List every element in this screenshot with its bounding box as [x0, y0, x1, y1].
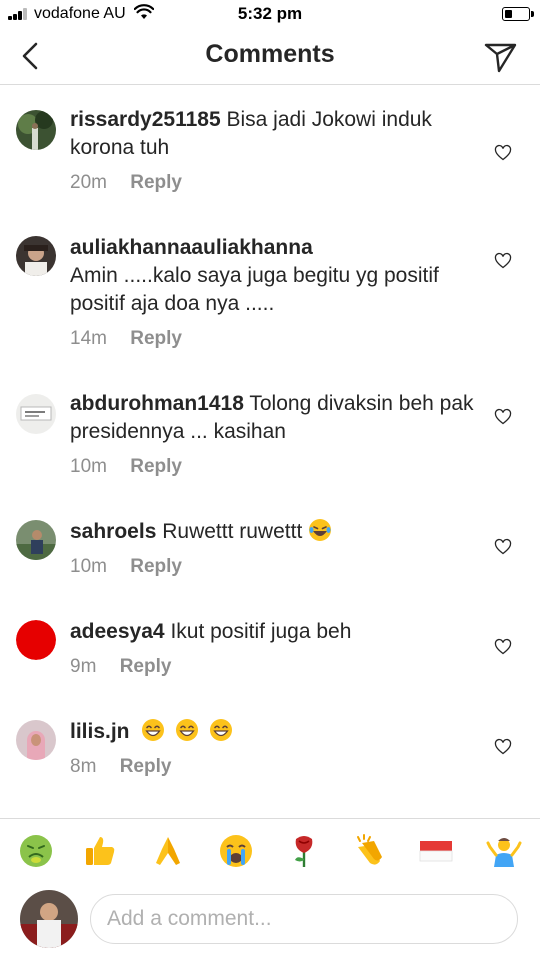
comment-time: 20m [70, 172, 107, 193]
avatar[interactable] [16, 110, 56, 150]
comment-text: Ruwettt ruwettt [162, 520, 303, 543]
folded-hands-emoji[interactable] [150, 833, 186, 869]
heart-icon[interactable] [494, 638, 512, 656]
battery-icon [502, 7, 534, 21]
crying-face-emoji[interactable] [218, 833, 254, 869]
indonesia-flag-emoji[interactable] [418, 833, 454, 869]
status-bar: vodafone AU 5:32 pm [0, 0, 540, 28]
comment-composer [0, 884, 540, 960]
avatar[interactable] [16, 720, 56, 760]
heart-icon[interactable] [494, 252, 512, 270]
avatar[interactable] [16, 520, 56, 560]
avatar[interactable] [16, 620, 56, 660]
comment-time: 10m [70, 556, 107, 577]
comment-time: 8m [70, 756, 97, 777]
reply-button[interactable]: Reply [120, 756, 172, 778]
reply-button[interactable]: Reply [130, 556, 182, 578]
comment-text: Ikut positif juga beh [170, 620, 352, 643]
reply-button[interactable]: Reply [130, 328, 182, 350]
heart-icon[interactable] [494, 538, 512, 556]
heart-icon[interactable] [494, 408, 512, 426]
laughing-crying-emoji [309, 519, 332, 541]
comment-username[interactable]: auliakhannaauliakhanna [70, 236, 313, 259]
paper-plane-icon[interactable] [482, 38, 518, 74]
shrugging-person-emoji[interactable] [486, 833, 522, 869]
comment-time: 9m [70, 656, 97, 677]
comment-username[interactable]: lilis.jn [70, 720, 130, 743]
reply-button[interactable]: Reply [120, 656, 172, 678]
page-title: Comments [205, 40, 335, 68]
battery-level [505, 10, 512, 18]
avatar[interactable] [20, 890, 78, 948]
heart-icon[interactable] [494, 144, 512, 162]
grinning-emoji [142, 719, 165, 741]
comment-time: 10m [70, 456, 107, 477]
comment-text: Amin .....kalo saya juga begitu yg posit… [70, 264, 439, 315]
comment-username[interactable]: abdurohman1418 [70, 392, 244, 415]
grinning-emoji [176, 719, 199, 741]
comment-username[interactable]: rissardy251185 [70, 108, 221, 131]
header: Comments [0, 28, 540, 85]
comment-username[interactable]: sahroels [70, 520, 156, 543]
avatar[interactable] [16, 394, 56, 434]
heart-icon[interactable] [494, 738, 512, 756]
grinning-emoji [210, 719, 233, 741]
rose-emoji[interactable] [286, 833, 322, 869]
avatar[interactable] [16, 236, 56, 276]
clock: 5:32 pm [237, 4, 303, 23]
nauseated-face-emoji[interactable] [18, 833, 54, 869]
comment-time: 14m [70, 328, 107, 349]
thumbs-up-emoji[interactable] [82, 833, 118, 869]
comment-username[interactable]: adeesya4 [70, 620, 165, 643]
emoji-quick-bar [0, 818, 540, 885]
comment-input[interactable] [90, 894, 518, 944]
clapping-hands-emoji[interactable] [350, 833, 386, 869]
reply-button[interactable]: Reply [130, 456, 182, 478]
reply-button[interactable]: Reply [130, 172, 182, 194]
